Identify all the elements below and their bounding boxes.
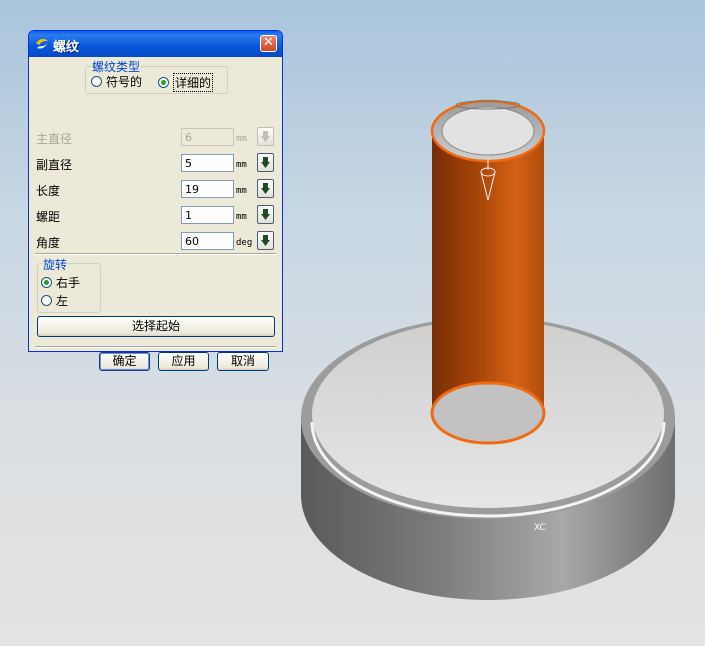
radio-symbolic[interactable]: 符号的 <box>91 73 142 90</box>
separator <box>35 253 276 255</box>
angle-unit: deg <box>236 238 253 248</box>
shaft-cylinder[interactable] <box>430 99 546 445</box>
title-bar[interactable]: 螺纹 ✕ <box>29 31 282 57</box>
apply-button[interactable]: 应用 <box>158 352 209 371</box>
close-icon: ✕ <box>263 35 274 50</box>
app-logo-icon <box>36 38 48 49</box>
radio-detailed-indicator[interactable] <box>158 77 169 88</box>
radio-right-hand[interactable]: 右手 <box>41 274 80 291</box>
major-diameter-field[interactable] <box>181 128 234 146</box>
rotation-legend: 旋转 <box>42 256 69 273</box>
radio-left-hand[interactable]: 左 <box>41 292 68 309</box>
major-diameter-label: 主直径 <box>36 132 73 146</box>
radio-symbolic-indicator[interactable] <box>91 76 102 87</box>
down-arrow-icon <box>261 131 270 142</box>
pitch-inherit-button[interactable] <box>257 205 274 224</box>
major-diameter-unit: mm <box>236 134 247 144</box>
radio-right-hand-label: 右手 <box>56 276 81 290</box>
minor-diameter-label: 副直径 <box>36 158 73 172</box>
axis-label: XC <box>534 523 546 533</box>
select-start-button[interactable]: 选择起始 <box>37 316 275 337</box>
down-arrow-icon <box>261 209 270 220</box>
dialog-title: 螺纹 <box>53 40 80 55</box>
radio-right-hand-indicator[interactable] <box>41 277 52 288</box>
minor-diameter-unit: mm <box>236 160 247 170</box>
radio-symbolic-label: 符号的 <box>106 75 143 89</box>
thread-dialog[interactable]: 螺纹 ✕ 螺纹类型 符号的 详细的 主直径 mm 副直径 mm <box>28 30 283 371</box>
angle-inherit-button[interactable] <box>257 231 274 250</box>
down-arrow-icon <box>261 235 270 246</box>
radio-left-hand-indicator[interactable] <box>41 295 52 306</box>
rotation-group: 旋转 右手 左 <box>37 256 101 313</box>
major-diameter-inherit-button[interactable] <box>257 127 274 146</box>
radio-detailed-label: 详细的 <box>173 73 214 92</box>
separator <box>35 346 276 348</box>
close-button[interactable]: ✕ <box>260 35 277 52</box>
thread-type-group: 螺纹类型 符号的 详细的 <box>85 58 228 94</box>
cancel-button[interactable]: 取消 <box>217 352 269 371</box>
pitch-unit: mm <box>236 212 247 222</box>
length-field[interactable] <box>181 180 234 198</box>
length-unit: mm <box>236 186 247 196</box>
length-label: 长度 <box>36 184 61 198</box>
angle-label: 角度 <box>36 236 61 250</box>
down-arrow-icon <box>261 157 270 168</box>
length-inherit-button[interactable] <box>257 179 274 198</box>
pitch-field[interactable] <box>181 206 234 224</box>
minor-diameter-inherit-button[interactable] <box>257 153 274 172</box>
radio-detailed[interactable]: 详细的 <box>158 73 214 92</box>
ok-button[interactable]: 确定 <box>99 352 150 371</box>
down-arrow-icon <box>261 183 270 194</box>
pitch-label: 螺距 <box>36 210 61 224</box>
angle-field[interactable] <box>181 232 234 250</box>
radio-left-hand-label: 左 <box>56 294 69 308</box>
minor-diameter-field[interactable] <box>181 154 234 172</box>
